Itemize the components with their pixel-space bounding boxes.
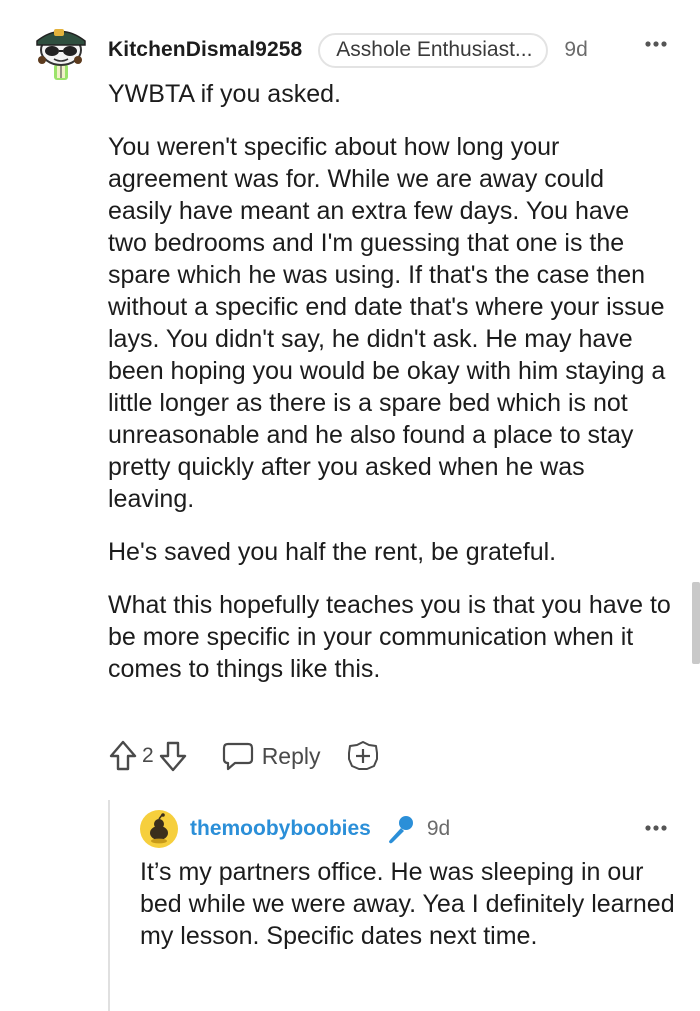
reply-more-dots-icon[interactable]	[644, 818, 668, 838]
award-plus-icon	[347, 741, 378, 770]
downvote-arrow-icon[interactable]	[158, 739, 188, 773]
thread-line[interactable]	[108, 800, 110, 1011]
reply-header: themoobyboobies 9d	[190, 812, 450, 846]
comment-paragraph: He's saved you half the rent, be gratefu…	[108, 538, 557, 566]
award-button[interactable]	[347, 740, 379, 772]
reply-user-avatar[interactable]	[140, 810, 178, 848]
scrollbar-thumb[interactable]	[692, 582, 700, 664]
speech-bubble-icon	[222, 742, 253, 771]
reply-label: Reply	[261, 742, 321, 769]
upvote-arrow-icon[interactable]	[108, 739, 138, 773]
user-flair: Asshole Enthusiast...	[318, 32, 549, 68]
reply-timestamp: 9d	[426, 817, 451, 840]
microphone-icon	[388, 816, 413, 844]
comment-paragraph: You weren't specific about how long your…	[108, 133, 666, 513]
comment-timestamp: 9d	[564, 38, 588, 61]
vote-count: 2	[142, 744, 154, 767]
comment-actions: 2 Reply	[108, 736, 379, 776]
comment-paragraph: What this hopefully teaches you is that …	[108, 591, 671, 683]
comment-body: YWBTA if you asked. You weren't specific…	[108, 78, 673, 706]
reply-username[interactable]: themoobyboobies	[190, 817, 371, 841]
username[interactable]: KitchenDismal9258	[108, 38, 302, 62]
comment-paragraph: YWBTA if you asked.	[108, 80, 341, 108]
reply-body: It’s my partners office. He was sleeping…	[140, 856, 680, 952]
more-dots-icon[interactable]	[644, 34, 668, 54]
comment-header: KitchenDismal9258 Asshole Enthusiast... …	[108, 30, 588, 70]
reply-button[interactable]: Reply	[222, 741, 321, 771]
reply-paragraph: It’s my partners office. He was sleeping…	[140, 858, 675, 950]
user-avatar[interactable]	[30, 20, 90, 84]
